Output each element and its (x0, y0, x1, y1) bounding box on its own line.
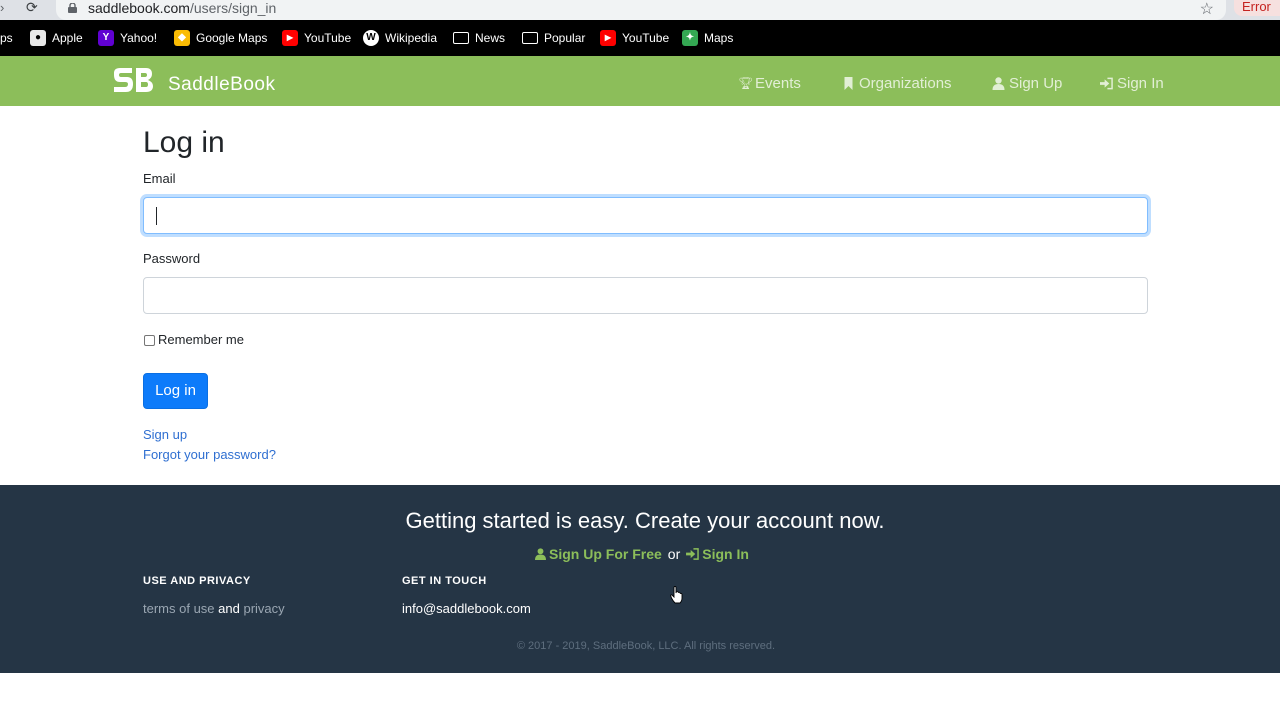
user-icon (992, 77, 1005, 90)
bookmark-star-icon[interactable]: ☆ (1200, 0, 1214, 19)
yahoo-icon: Y (98, 30, 114, 46)
terms-of-use-link[interactable]: terms of use (143, 601, 215, 616)
sign-up-link[interactable]: Sign up (143, 427, 187, 442)
remember-me-checkbox[interactable] (144, 335, 155, 346)
bookmark-google-maps[interactable]: ◆ Google Maps (174, 29, 267, 47)
password-input[interactable] (143, 277, 1148, 314)
back-arrow-icon[interactable]: › (0, 0, 4, 15)
nav-events[interactable]: 🏆︎ Events (738, 75, 801, 92)
nav-organizations[interactable]: Organizations (842, 75, 952, 92)
footer-or-text: or (667, 546, 681, 562)
google-maps-icon: ◆ (174, 30, 190, 46)
password-label: Password (143, 251, 201, 266)
bookmark-popular[interactable]: Popular (522, 29, 585, 47)
remember-me-label[interactable]: Remember me (158, 332, 244, 347)
sign-in-icon (686, 548, 700, 560)
saddlebook-logo-icon[interactable] (112, 67, 154, 95)
site-footer: Getting started is easy. Create your acc… (0, 485, 1280, 673)
contact-email[interactable]: info@saddlebook.com (402, 601, 531, 616)
folder-icon (453, 32, 469, 44)
maps-icon: ✦ (682, 30, 698, 46)
get-in-touch-heading: GET IN TOUCH (402, 575, 487, 587)
footer-sign-in-link[interactable]: Sign In (686, 546, 749, 562)
bookmark-youtube-1[interactable]: ▶ YouTube (282, 29, 351, 47)
wikipedia-icon: W (363, 30, 379, 46)
forgot-password-link[interactable]: Forgot your password? (143, 447, 276, 462)
apple-icon: ● (30, 30, 46, 46)
copyright-text: © 2017 - 2019, SaddleBook, LLC. All righ… (516, 640, 776, 652)
footer-sign-up-link[interactable]: Sign Up For Free (535, 546, 662, 562)
privacy-link[interactable]: privacy (243, 601, 284, 616)
reload-icon[interactable]: ⟳ (26, 0, 40, 14)
brand-name[interactable]: SaddleBook (168, 74, 275, 96)
bookmark-icon (844, 77, 853, 90)
youtube-icon: ▶ (282, 30, 298, 46)
lock-icon (68, 3, 77, 13)
page-title: Log in (143, 126, 225, 159)
trophy-icon: 🏆︎ (738, 76, 754, 90)
nav-sign-in[interactable]: Sign In (1100, 75, 1164, 92)
bookmark-maps[interactable]: ✦ Maps (682, 29, 733, 47)
browser-toolbar: › ⟳ saddlebook.com/users/sign_in ☆ Error (0, 0, 1280, 20)
bookmark-news[interactable]: News (453, 29, 505, 47)
bookmark-yahoo[interactable]: Y Yahoo! (98, 29, 157, 47)
bookmark-apps-partial[interactable]: ps (0, 29, 13, 47)
address-bar[interactable]: saddlebook.com/users/sign_in ☆ (56, 0, 1226, 20)
footer-cta-links: Sign Up For Free or Sign In (535, 546, 749, 562)
url-text: saddlebook.com/users/sign_in (88, 0, 277, 16)
use-privacy-text: terms of use and privacy (143, 601, 285, 616)
nav-sign-up[interactable]: Sign Up (992, 75, 1062, 92)
youtube-icon: ▶ (600, 30, 616, 46)
sign-in-icon (1100, 77, 1113, 90)
bookmark-wikipedia[interactable]: W Wikipedia (363, 29, 437, 47)
site-navbar: SaddleBook 🏆︎ Events Organizations Sign … (0, 56, 1280, 106)
folder-icon (522, 32, 538, 44)
bookmark-youtube-2[interactable]: ▶ YouTube (600, 29, 669, 47)
user-icon (535, 548, 546, 560)
footer-cta-heading: Getting started is easy. Create your acc… (405, 508, 885, 533)
bookmark-apple[interactable]: ● Apple (30, 29, 83, 47)
email-label: Email (143, 171, 176, 186)
email-input[interactable] (143, 197, 1148, 234)
bookmarks-bar: ps ● Apple Y Yahoo! ◆ Google Maps ▶ YouT… (0, 20, 1280, 56)
use-privacy-heading: USE AND PRIVACY (143, 575, 251, 587)
error-badge[interactable]: Error (1234, 0, 1280, 16)
hand-cursor-icon (670, 586, 683, 604)
login-button[interactable]: Log in (143, 373, 208, 409)
text-caret (156, 207, 157, 225)
